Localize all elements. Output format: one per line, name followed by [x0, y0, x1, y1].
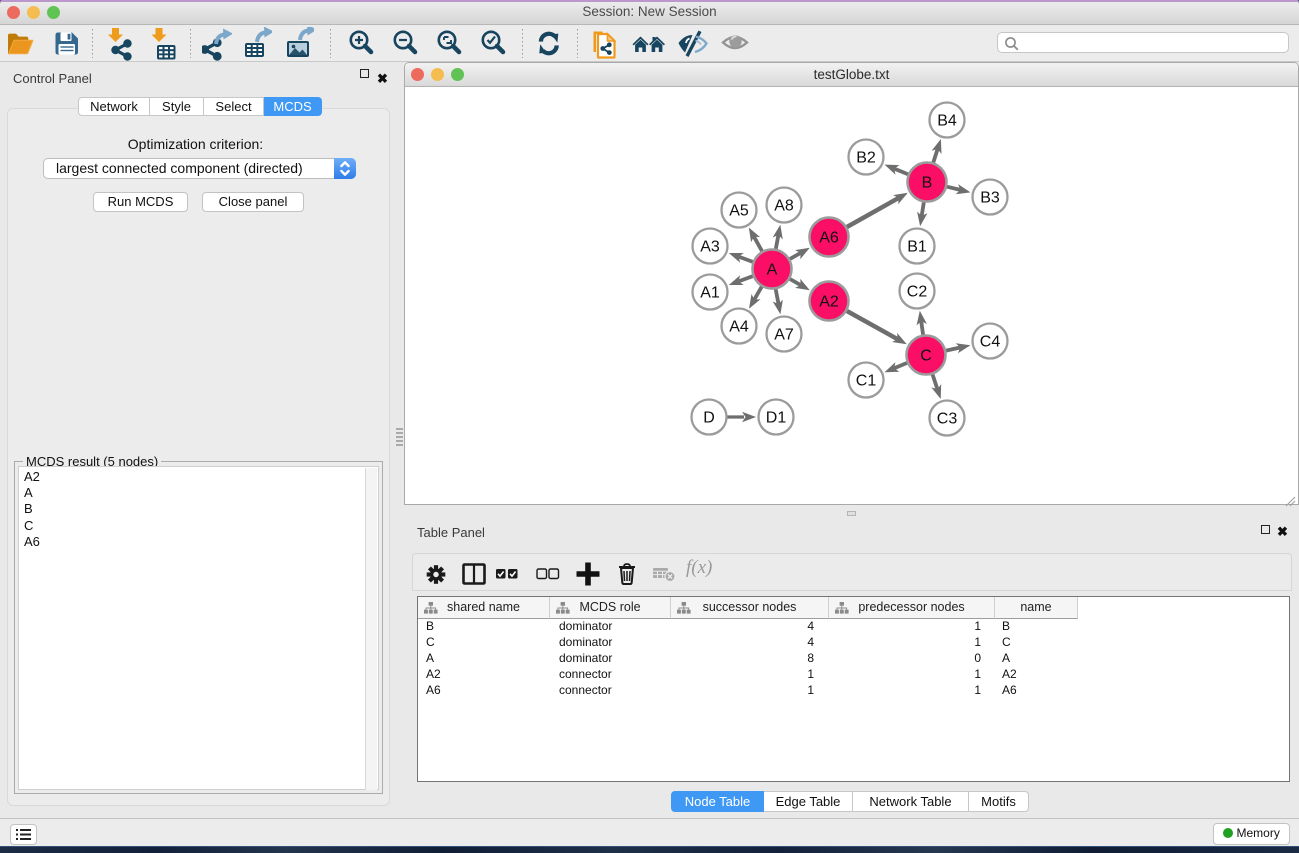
- svg-text:A1: A1: [700, 285, 720, 302]
- svg-text:A4: A4: [729, 319, 749, 336]
- svg-text:B: B: [922, 175, 933, 192]
- svg-text:A8: A8: [774, 198, 794, 215]
- svg-text:B4: B4: [937, 113, 957, 130]
- svg-text:A6: A6: [819, 230, 839, 247]
- svg-text:D1: D1: [766, 410, 787, 427]
- svg-text:B1: B1: [907, 239, 927, 256]
- svg-text:A7: A7: [774, 327, 794, 344]
- svg-text:D: D: [703, 410, 715, 427]
- svg-text:A: A: [767, 262, 778, 279]
- svg-text:C2: C2: [907, 284, 928, 301]
- svg-text:A3: A3: [700, 239, 720, 256]
- svg-text:C1: C1: [856, 373, 877, 390]
- svg-text:C: C: [920, 348, 932, 365]
- svg-text:A5: A5: [729, 203, 749, 220]
- svg-text:A2: A2: [819, 294, 839, 311]
- svg-text:C4: C4: [980, 334, 1001, 351]
- svg-text:B2: B2: [856, 150, 876, 167]
- svg-text:B3: B3: [980, 190, 1000, 207]
- svg-text:C3: C3: [937, 411, 958, 428]
